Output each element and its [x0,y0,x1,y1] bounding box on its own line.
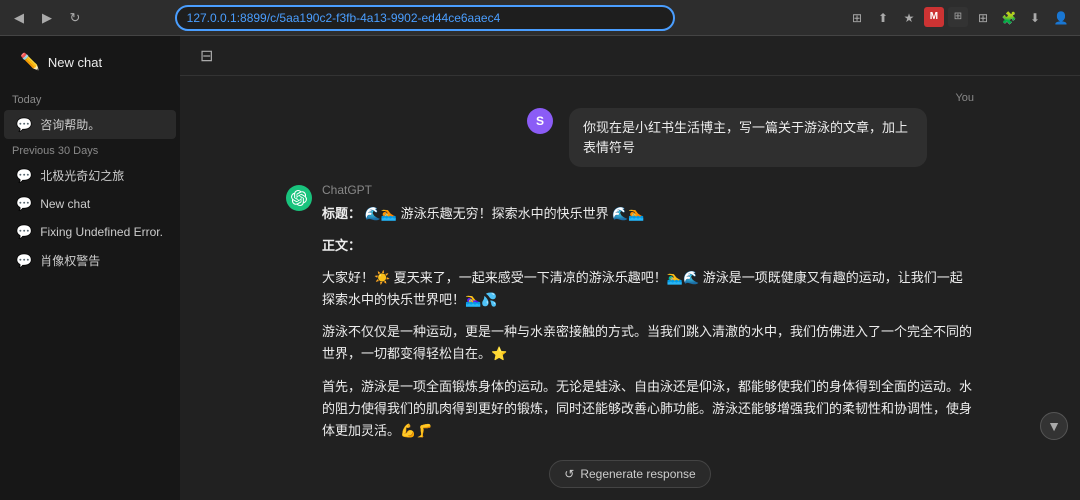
favicon-red: M [924,7,944,27]
browser-actions: ⊞ ⬆ ★ M ⊞ ⊞ 🧩 ⬇ 👤 [846,7,1072,29]
browser-action-dl[interactable]: ⬇ [1024,7,1046,29]
gpt-logo-icon [291,190,307,206]
browser-chrome: ◀ ▶ ↻ 127.0.0.1:8899/c/5aa190c2-f3fb-4a1… [0,0,1080,36]
forward-button[interactable]: ▶ [36,7,58,29]
gpt-avatar [286,185,312,211]
sidebar-item-label-portrait: 肖像权警告 [40,252,164,269]
chat-messages[interactable]: You S 你现在是小红书生活博主，写一篇关于游泳的文章，加上表情符号 Chat… [180,76,1080,452]
regenerate-icon: ↺ [564,467,574,481]
article-title: 🌊🏊 游泳乐趣无穷！探索水中的快乐世界 🌊🏊 [365,206,645,221]
assistant-name: ChatGPT [322,183,974,197]
sidebar-item-portrait[interactable]: 💬 肖像权警告 [4,246,176,275]
user-message: You S 你现在是小红书生活博主，写一篇关于游泳的文章，加上表情符号 [270,92,990,167]
chat-bottom: ↺ Regenerate response [180,452,1080,500]
sidebar-section-prev30: Previous 30 Days [0,139,180,161]
app-container: ✏️ New chat Today 💬 咨询帮助。 ✏ ⬆ 🗑 Previous… [0,36,1080,500]
browser-action-2[interactable]: ⬆ [872,7,894,29]
browser-action-4[interactable]: ⊞ [972,7,994,29]
chat-icon-portrait: 💬 [16,253,32,269]
new-chat-icon: ✏️ [20,52,40,72]
chat-area: ⊟ You S 你现在是小红书生活博主，写一篇关于游泳的文章，加上表情符号 [180,36,1080,500]
para2: 游泳不仅仅是一种运动，更是一种与水亲密接触的方式。当我们跳入清澈的水中，我们仿佛… [322,321,974,365]
sidebar-item-aurora[interactable]: 💬 北极光奇幻之旅 [4,161,176,190]
body-label: 正文： [322,238,361,253]
url-text: 127.0.0.1:8899/c/5aa190c2-f3fb-4a13-9902… [187,11,501,25]
chat-header: ⊟ [180,36,1080,76]
chat-icon-consulting: 💬 [16,117,32,133]
address-bar[interactable]: 127.0.0.1:8899/c/5aa190c2-f3fb-4a13-9902… [175,5,675,31]
assistant-message: ChatGPT 标题： 🌊🏊 游泳乐趣无穷！探索水中的快乐世界 🌊🏊 正文： 大… [270,183,990,452]
sidebar: ✏️ New chat Today 💬 咨询帮助。 ✏ ⬆ 🗑 Previous… [0,36,180,500]
browser-action-ext[interactable]: 🧩 [998,7,1020,29]
sidebar-item-label-consulting: 咨询帮助。 [40,116,164,133]
back-button[interactable]: ◀ [8,7,30,29]
chat-icon-aurora: 💬 [16,168,32,184]
sidebar-item-label-new: New chat [40,197,164,211]
regenerate-label: Regenerate response [580,467,695,481]
assistant-content: ChatGPT 标题： 🌊🏊 游泳乐趣无穷！探索水中的快乐世界 🌊🏊 正文： 大… [322,183,974,452]
section2: 首先，游泳是一项全面锻炼身体的运动。无论是蛙泳、自由泳还是仰泳，都能够使我们的身… [322,376,974,442]
sidebar-item-fixing[interactable]: 💬 Fixing Undefined Error. [4,218,176,246]
you-label: You [955,92,974,104]
para1: 大家好！☀️ 夏天来了，一起来感受一下清凉的游泳乐趣吧！🏊‍♂️🌊 游泳是一项既… [322,267,974,311]
sidebar-section-today: Today [0,88,180,110]
chat-icon-fixing: 💬 [16,224,32,240]
favicon-dark: ⊞ [948,7,968,27]
new-chat-label: New chat [48,55,102,70]
regenerate-button[interactable]: ↺ Regenerate response [549,460,710,488]
new-chat-button[interactable]: ✏️ New chat [8,44,172,80]
sidebar-item-label-aurora: 北极光奇幻之旅 [40,167,164,184]
sidebar-item-new-chat[interactable]: 💬 New chat [4,190,176,218]
sidebar-item-label-fixing: Fixing Undefined Error. [40,225,164,239]
browser-action-1[interactable]: ⊞ [846,7,868,29]
user-message-text: 你现在是小红书生活博主，写一篇关于游泳的文章，加上表情符号 [569,108,927,167]
scroll-down-button[interactable]: ▼ [1040,412,1068,440]
reload-button[interactable]: ↻ [64,7,86,29]
title-label: 标题： [322,206,361,221]
sidebar-item-consulting[interactable]: 💬 咨询帮助。 ✏ ⬆ 🗑 [4,110,176,139]
sidebar-toggle-button[interactable]: ⊟ [196,42,217,70]
assistant-text: 标题： 🌊🏊 游泳乐趣无穷！探索水中的快乐世界 🌊🏊 正文： 大家好！☀️ 夏天… [322,203,974,452]
chat-icon-new: 💬 [16,196,32,212]
browser-action-user[interactable]: 👤 [1050,7,1072,29]
browser-action-3[interactable]: ★ [898,7,920,29]
user-avatar: S [527,108,553,134]
